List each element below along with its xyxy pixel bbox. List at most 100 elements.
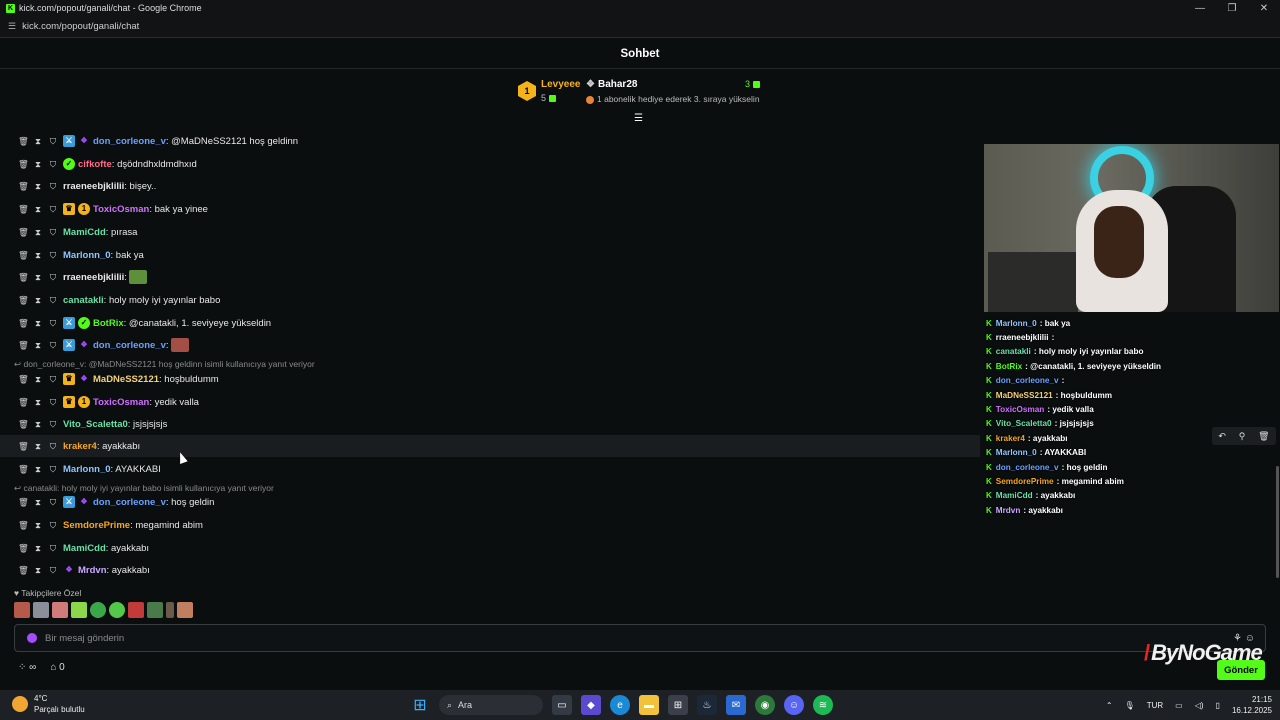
chat-message[interactable]: 🗑 ⧗ ⛉ Vito_Scaletta0: jsjsjsjsjs — [0, 413, 980, 435]
chat-username[interactable]: Vito_Scaletta0 — [63, 419, 128, 430]
timeout-icon[interactable]: ⧗ — [33, 464, 43, 475]
trash-icon[interactable]: 🗑 — [18, 136, 29, 147]
chat-username[interactable]: ToxicOsman — [93, 204, 149, 215]
timeout-icon[interactable]: ⧗ — [33, 441, 43, 452]
trash-icon[interactable]: 🗑 — [18, 295, 29, 306]
chat-message[interactable]: 🗑 ⧗ ⛉ Marlonn_0: bak ya — [0, 244, 980, 266]
ban-icon[interactable]: ⛉ — [48, 181, 58, 192]
taskbar-search[interactable]: ⌕ Ara — [439, 695, 543, 715]
store-app-icon[interactable]: ⊞ — [668, 695, 688, 715]
store-icon[interactable]: ⌂ 0 — [50, 662, 64, 673]
scrollbar[interactable] — [1276, 466, 1279, 578]
chat-username[interactable]: MaDNeSS2121 — [93, 374, 159, 385]
trash-icon[interactable]: 🗑 — [18, 272, 29, 283]
emote-item[interactable] — [90, 602, 106, 618]
address-bar[interactable]: ☰ kick.com/popout/ganali/chat — [0, 16, 1280, 38]
ban-icon[interactable]: ⛉ — [48, 565, 58, 576]
trash-icon[interactable]: 🗑 — [18, 520, 29, 531]
timeout-icon[interactable]: ⧗ — [33, 159, 43, 170]
ban-icon[interactable]: ⛉ — [48, 441, 58, 452]
minimize-button[interactable]: — — [1184, 0, 1216, 16]
spotify-icon[interactable]: ≋ — [813, 695, 833, 715]
steam-icon[interactable]: ♨ — [697, 695, 717, 715]
chat-message[interactable]: 🗑 ⧗ ⛉ Marlonn_0: AYAKKABI — [0, 458, 980, 480]
chat-username[interactable]: MamiCdd — [63, 543, 106, 554]
timeout-icon[interactable]: ⧗ — [33, 497, 43, 508]
chat-username[interactable]: Marlonn_0 — [63, 464, 111, 475]
ban-icon[interactable]: ⛉ — [48, 272, 58, 283]
timeout-icon[interactable]: ⧗ — [33, 181, 43, 192]
ban-icon[interactable]: ⛉ — [48, 318, 58, 329]
trash-icon[interactable]: 🗑 — [18, 419, 29, 430]
chat-username[interactable]: Marlonn_0 — [63, 250, 111, 261]
trash-icon[interactable]: 🗑 — [18, 497, 29, 508]
ban-icon[interactable]: ⛉ — [48, 464, 58, 475]
chat-username[interactable]: don_corleone_v — [93, 136, 166, 147]
chat-username[interactable]: don_corleone_v — [93, 340, 166, 351]
emote-item[interactable] — [177, 602, 193, 618]
language-indicator[interactable]: TUR — [1147, 701, 1163, 710]
ban-icon[interactable]: ⛉ — [48, 543, 58, 554]
weather-widget[interactable]: 4°C Parçalı bulutlu — [12, 693, 85, 715]
battery-icon[interactable]: ▯ — [1216, 701, 1220, 710]
windows-start-icon[interactable]: ⊞ — [410, 695, 430, 715]
timeout-icon[interactable]: ⧗ — [33, 136, 43, 147]
ban-icon[interactable]: ⛉ — [48, 374, 58, 385]
timeout-icon[interactable]: ⧗ — [33, 295, 43, 306]
ban-icon[interactable]: ⛉ — [48, 227, 58, 238]
trash-icon[interactable]: 🗑 — [18, 204, 29, 215]
chat-message[interactable]: 🗑 ⧗ ⛉ ♛ ❖ MaDNeSS2121: hoşbuldumm — [0, 368, 980, 390]
discord-icon[interactable]: ☺ — [784, 695, 804, 715]
chat-username[interactable]: don_corleone_v — [93, 497, 166, 508]
ban-icon[interactable]: ⛉ — [48, 250, 58, 261]
chat-message[interactable]: 🗑 ⧗ ⛉ kraker4: ayakkabı — [0, 435, 980, 457]
emote-item[interactable] — [33, 602, 49, 618]
leader-first-name[interactable]: Levyeee — [541, 79, 580, 90]
chat-message[interactable]: 🗑 ⧗ ⛉ ♛ 1 ToxicOsman: bak ya yinee — [0, 198, 980, 220]
chat-username[interactable]: kraker4 — [63, 441, 97, 452]
mail-icon[interactable]: ✉ — [726, 695, 746, 715]
ban-icon[interactable]: ⛉ — [48, 340, 58, 351]
site-info-icon[interactable]: ☰ — [8, 21, 16, 32]
emote-item[interactable] — [147, 602, 163, 618]
chat-username[interactable]: MamiCdd — [63, 227, 106, 238]
timeout-icon[interactable]: ⧗ — [33, 565, 43, 576]
timeout-icon[interactable]: ⧗ — [33, 419, 43, 430]
ban-icon[interactable]: ⛉ — [48, 397, 58, 408]
timeout-icon[interactable]: ⧗ — [33, 250, 43, 261]
clock[interactable]: 21:15 16.12.2025 — [1232, 694, 1272, 716]
ban-icon[interactable]: ⛉ — [48, 419, 58, 430]
volume-icon[interactable]: ◁) — [1195, 701, 1204, 710]
timeout-icon[interactable]: ⧗ — [33, 397, 43, 408]
timeout-icon[interactable]: ⧗ — [33, 272, 43, 283]
chat-message[interactable]: 🗑 ⧗ ⛉ ⚔ ✓ BotRix: @canatakli, 1. seviyeye yük… — [0, 312, 980, 334]
url-text[interactable]: kick.com/popout/ganali/chat — [22, 21, 139, 32]
emote-item[interactable] — [52, 602, 68, 618]
ban-icon[interactable]: ⛉ — [48, 295, 58, 306]
chat-username[interactable]: rraeneebjklilii — [63, 272, 124, 283]
tray-overflow-icon[interactable]: ⌃ — [1106, 701, 1113, 710]
ban-icon[interactable]: ⛉ — [48, 204, 58, 215]
pin-collapse-icon[interactable]: ☰ — [634, 113, 643, 124]
chat-username[interactable]: cifkofte — [78, 159, 112, 170]
delete-icon[interactable]: 🗑 — [1258, 431, 1269, 442]
trash-icon[interactable]: 🗑 — [18, 374, 29, 385]
timeout-icon[interactable]: ⧗ — [33, 204, 43, 215]
timeout-icon[interactable]: ⧗ — [33, 520, 43, 531]
chat-message[interactable]: 🗑 ⧗ ⛉ ♛ 1 ToxicOsman: yedik valla — [0, 391, 980, 413]
chat-message[interactable]: 🗑 ⧗ ⛉ SemdorePrime: megamind abim — [0, 514, 980, 536]
trash-icon[interactable]: 🗑 — [18, 227, 29, 238]
emote-item[interactable] — [14, 602, 30, 618]
trash-icon[interactable]: 🗑 — [18, 464, 29, 475]
chat-message[interactable]: 🗑 ⧗ ⛉ ⚔ ❖ don_corleone_v: hoş geldin — [0, 491, 980, 513]
chat-username[interactable]: Mrdvn — [78, 565, 107, 576]
edge-icon[interactable]: e — [610, 695, 630, 715]
emote-item[interactable] — [71, 602, 87, 618]
restore-button[interactable]: ❐ — [1216, 0, 1248, 16]
timeout-icon[interactable]: ⧗ — [33, 340, 43, 351]
chat-message[interactable]: 🗑 ⧗ ⛉ MamiCdd: ayakkabı — [0, 537, 980, 559]
chat-message[interactable]: 🗑 ⧗ ⛉ MamiCdd: pırasa — [0, 221, 980, 243]
chat-message[interactable]: 🗑 ⧗ ⛉ canatakli: holy moly iyi yayınlar bab… — [0, 289, 980, 311]
file-explorer-icon[interactable]: ▬ — [639, 695, 659, 715]
message-input[interactable]: Bir mesaj gönderin ⚘ ☺ — [14, 624, 1266, 652]
